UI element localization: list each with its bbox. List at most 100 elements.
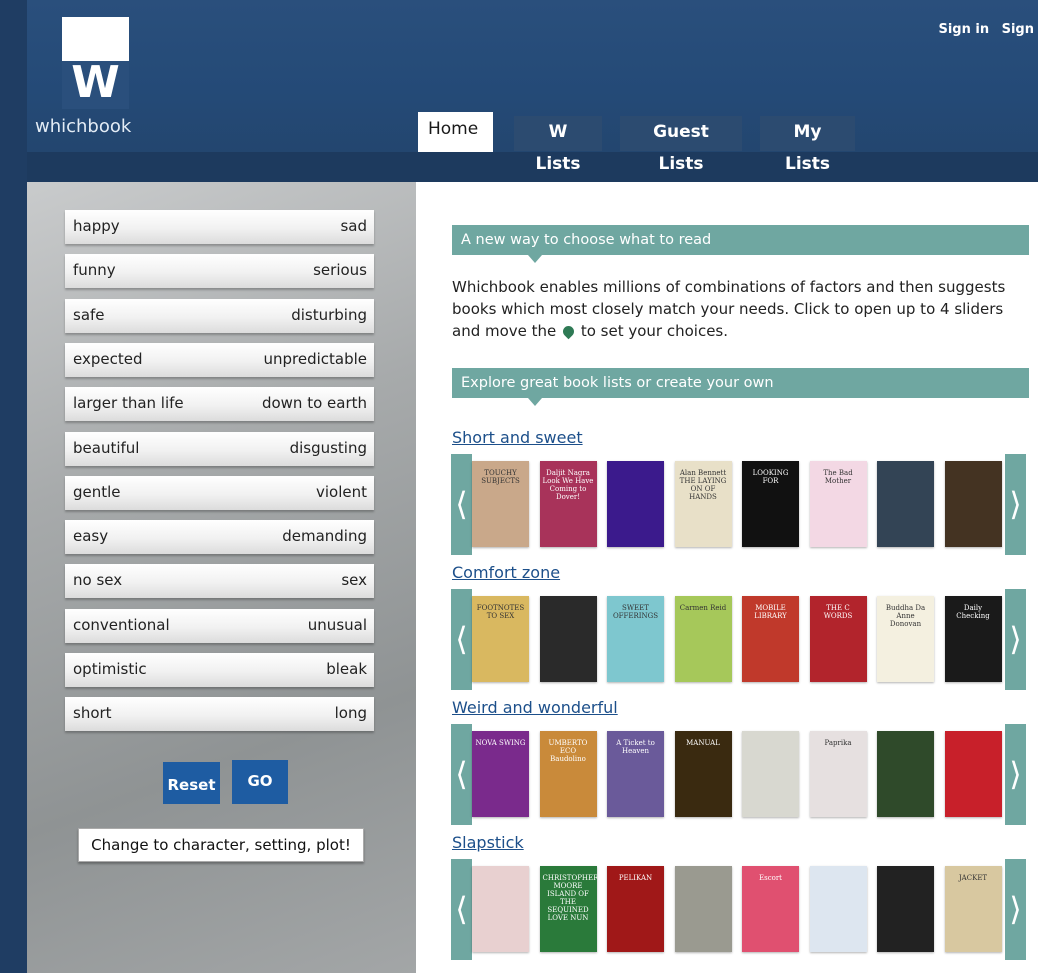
book-cover[interactable]: TOUCHY SUBJECTS	[472, 461, 529, 547]
book-cover[interactable]: PELIKAN	[607, 866, 664, 952]
tab-my-lists[interactable]: My Lists	[760, 116, 855, 174]
go-button[interactable]: GO	[232, 760, 288, 804]
book-cover-title: MANUAL	[686, 739, 720, 747]
book-cover[interactable]: MOBILE LIBRARY	[742, 596, 799, 682]
slider-marker-icon	[560, 323, 577, 340]
slider-right-label: long	[334, 704, 367, 723]
slider-right-label: unusual	[307, 615, 367, 634]
slider-row[interactable]: gentle violent	[65, 475, 374, 510]
book-cover[interactable]	[742, 731, 799, 817]
chevron-right-icon: ⟩	[1009, 890, 1022, 928]
carousel-prev-button[interactable]: ⟨	[451, 589, 472, 690]
logo-letter: W	[71, 57, 120, 108]
carousel-next-button[interactable]: ⟩	[1005, 724, 1026, 825]
tab-w-lists[interactable]: W Lists	[514, 116, 602, 174]
carousel-prev-button[interactable]: ⟨	[451, 859, 472, 960]
book-cover[interactable]	[877, 461, 934, 547]
slider-row[interactable]: no sex sex	[65, 564, 374, 599]
book-cover[interactable]: LOOKING FOR	[742, 461, 799, 547]
book-cover[interactable]: Buddha Da Anne Donovan	[877, 596, 934, 682]
carousel-next-button[interactable]: ⟩	[1005, 859, 1026, 960]
slider-row[interactable]: beautiful disgusting	[65, 431, 374, 466]
tab-home[interactable]: Home	[418, 112, 493, 152]
book-cover[interactable]: Paprika	[809, 731, 867, 817]
book-cover[interactable]: A Ticket to Heaven	[607, 731, 664, 817]
chevron-left-icon: ⟨	[455, 755, 468, 793]
logo[interactable]: W	[62, 17, 129, 109]
slider-left-label: happy	[73, 217, 120, 235]
slider-row[interactable]: optimistic bleak	[65, 653, 374, 687]
book-cover[interactable]: Carmen Reid	[674, 596, 732, 682]
banner-choose-text: A new way to choose what to read	[461, 232, 712, 248]
banner-notch	[528, 398, 542, 406]
list-title[interactable]: Comfort zone	[452, 563, 560, 582]
slider-left-label: no sex	[73, 571, 123, 590]
slider-right-label: violent	[315, 482, 367, 501]
book-cover-title: Carmen Reid	[679, 604, 727, 612]
book-cover[interactable]	[877, 866, 934, 952]
slider-row[interactable]: expected unpredictable	[65, 342, 374, 377]
list-title[interactable]: Slapstick	[452, 833, 524, 852]
book-cover[interactable]: MANUAL	[674, 731, 732, 817]
book-cover[interactable]: NOVA SWING	[472, 731, 529, 817]
slider-left-label: expected	[73, 349, 143, 368]
book-cover[interactable]: Daily Checking	[944, 596, 1002, 682]
carousel-next-button[interactable]: ⟩	[1005, 454, 1026, 555]
book-cover[interactable]	[539, 596, 597, 682]
carousel-prev-button[interactable]: ⟨	[451, 454, 472, 555]
tab-guest-lists[interactable]: Guest Lists	[620, 116, 742, 174]
carousel-next-button[interactable]: ⟩	[1005, 589, 1026, 690]
list-title[interactable]: Weird and wonderful	[452, 698, 618, 717]
book-cover[interactable]: Alan Bennett THE LAYING ON OF HANDS	[674, 461, 732, 547]
book-cover-title: TOUCHY SUBJECTS	[481, 469, 520, 485]
chevron-left-icon: ⟨	[455, 485, 468, 523]
slider-left-label: optimistic	[73, 660, 147, 678]
slider-row[interactable]: happy sad	[65, 210, 374, 244]
slider-left-label: beautiful	[73, 438, 140, 457]
sign-in-link[interactable]: Sign in	[938, 22, 989, 37]
slider-row[interactable]: easy demanding	[65, 520, 374, 555]
book-cover[interactable]	[809, 866, 867, 952]
book-cover[interactable]: SWEET OFFERINGS	[607, 596, 664, 682]
book-cover[interactable]	[944, 461, 1002, 547]
change-mode-button[interactable]: Change to character, setting, plot!	[78, 828, 364, 862]
list-title[interactable]: Short and sweet	[452, 428, 583, 447]
book-cover[interactable]	[877, 731, 934, 817]
book-cover-title: Alan Bennett THE LAYING ON OF HANDS	[679, 469, 727, 501]
intro-part2: to set your choices.	[580, 322, 729, 340]
book-cover[interactable]: FOOTNOTES TO SEX	[472, 596, 529, 682]
book-cover[interactable]	[472, 866, 529, 952]
reset-button[interactable]: Reset	[163, 762, 220, 804]
book-cover[interactable]: JACKET	[944, 866, 1002, 952]
book-cover-title: A Ticket to Heaven	[616, 739, 655, 755]
book-cover-title: JACKET	[958, 874, 988, 882]
book-cover[interactable]	[674, 866, 732, 952]
book-cover[interactable]	[944, 731, 1002, 817]
slider-row[interactable]: larger than life down to earth	[65, 387, 374, 422]
slider-right-label: unpredictable	[263, 349, 367, 368]
slider-left-label: easy	[73, 527, 109, 546]
slider-row[interactable]: conventional unusual	[65, 608, 374, 643]
book-cover[interactable]: The Bad Mother	[809, 461, 867, 547]
book-cover-title: UMBERTO ECO Baudolino	[548, 739, 588, 763]
book-cover-title: The Bad Mother	[823, 469, 853, 485]
book-cover-title: SWEET OFFERINGS	[612, 604, 659, 620]
slider-row[interactable]: short long	[65, 697, 374, 732]
book-cover[interactable]: THE C WORDS	[809, 596, 867, 682]
book-cover[interactable]: Escort	[742, 866, 799, 952]
slider-right-label: serious	[313, 261, 367, 280]
chevron-left-icon: ⟨	[455, 890, 468, 928]
book-cover[interactable]: Daljit Nagra Look We Have Coming to Dove…	[539, 461, 597, 547]
brand-name[interactable]: whichbook	[35, 116, 131, 137]
book-cover[interactable]: UMBERTO ECO Baudolino	[539, 731, 597, 817]
slider-row[interactable]: safe disturbing	[65, 298, 374, 333]
slider-right-label: down to earth	[261, 394, 367, 413]
book-cover-title: NOVA SWING	[475, 739, 526, 747]
book-cover[interactable]: CHRISTOPHER MOORE ISLAND OF THE SEQUINED…	[539, 866, 597, 952]
book-cover[interactable]	[607, 461, 664, 547]
chevron-left-icon: ⟨	[455, 620, 468, 658]
sign-up-link[interactable]: Sign	[1002, 22, 1034, 37]
slider-row[interactable]: funny serious	[65, 254, 374, 289]
chevron-right-icon: ⟩	[1009, 755, 1022, 793]
carousel-prev-button[interactable]: ⟨	[451, 724, 472, 825]
